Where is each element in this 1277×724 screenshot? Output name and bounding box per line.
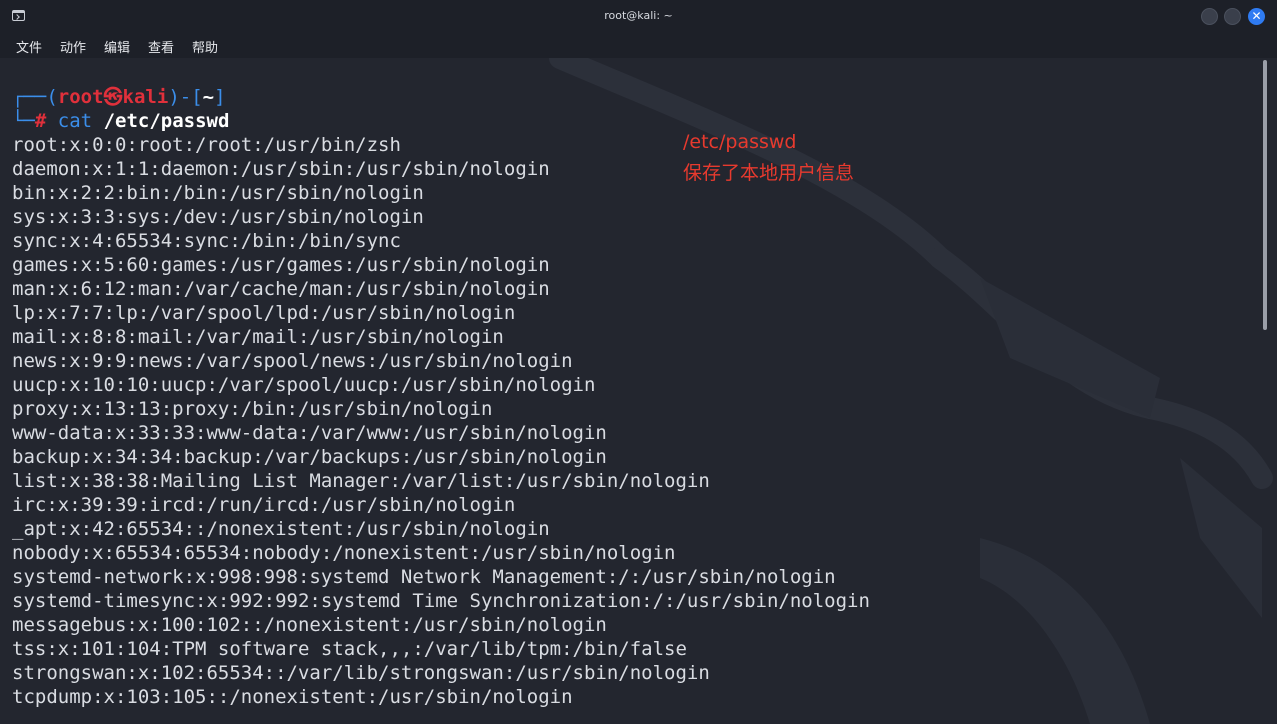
maximize-button[interactable] — [1224, 8, 1241, 25]
annotation-description: 保存了本地用户信息 — [683, 162, 855, 184]
prompt-corner-top: ┌──( — [12, 86, 58, 108]
output-line: nobody:x:65534:65534:nobody:/nonexistent… — [12, 542, 676, 564]
menu-view[interactable]: 查看 — [148, 37, 174, 56]
output-line: news:x:9:9:news:/var/spool/news:/usr/sbi… — [12, 350, 573, 372]
output-line: lp:x:7:7:lp:/var/spool/lpd:/usr/sbin/nol… — [12, 302, 516, 324]
output-line: sys:x:3:3:sys:/dev:/usr/sbin/nologin — [12, 206, 424, 228]
output-line: tss:x:101:104:TPM software stack,,,:/var… — [12, 638, 687, 660]
output-line: sync:x:4:65534:sync:/bin:/bin/sync — [12, 230, 401, 252]
prompt-mid: )-[ — [168, 86, 203, 108]
output-line: _apt:x:42:65534::/nonexistent:/usr/sbin/… — [12, 518, 550, 540]
prompt-line-2: └─# cat /etc/passwd — [12, 109, 229, 133]
output-line: games:x:5:60:games:/usr/games:/usr/sbin/… — [12, 254, 550, 276]
menu-file[interactable]: 文件 — [16, 37, 42, 56]
prompt-corner-bottom: └─ — [12, 110, 35, 132]
menu-bar: 文件 动作 编辑 查看 帮助 — [0, 33, 1277, 58]
output-line: uucp:x:10:10:uucp:/var/spool/uucp:/usr/s… — [12, 374, 596, 396]
command-argument: /etc/passwd — [103, 110, 230, 132]
menu-actions[interactable]: 动作 — [60, 37, 86, 56]
prompt-host: kali — [122, 86, 169, 108]
scrollbar-thumb[interactable] — [1263, 60, 1267, 330]
output-line: strongswan:x:102:65534::/var/lib/strongs… — [12, 662, 710, 684]
prompt-hash: # — [34, 110, 47, 132]
output-line: bin:x:2:2:bin:/bin:/usr/sbin/nologin — [12, 182, 424, 204]
output-line: root:x:0:0:root:/root:/usr/bin/zsh — [12, 134, 401, 156]
prompt-dir: ~ — [202, 86, 215, 108]
output-line: www-data:x:33:33:www-data:/var/www:/usr/… — [12, 422, 607, 444]
command-name: cat — [57, 110, 93, 132]
close-button[interactable]: ✕ — [1248, 8, 1265, 25]
output-line: irc:x:39:39:ircd:/run/ircd:/usr/sbin/nol… — [12, 494, 516, 516]
terminal-window: root@kali: ~ ✕ 文件 动作 编辑 查看 帮助 ┌──(root㉿k… — [0, 0, 1277, 724]
output-line: tcpdump:x:103:105::/nonexistent:/usr/sbi… — [12, 686, 573, 708]
window-title: root@kali: ~ — [604, 9, 673, 22]
output-line: mail:x:8:8:mail:/var/mail:/usr/sbin/nolo… — [12, 326, 504, 348]
close-icon: ✕ — [1251, 9, 1262, 23]
menu-edit[interactable]: 编辑 — [104, 37, 130, 56]
prompt-line-1: ┌──(root㉿kali)-[~] — [12, 85, 226, 109]
output-line: daemon:x:1:1:daemon:/usr/sbin:/usr/sbin/… — [12, 158, 550, 180]
annotation-title: /etc/passwd — [683, 131, 797, 153]
output-line: systemd-network:x:998:998:systemd Networ… — [12, 566, 836, 588]
title-bar[interactable]: root@kali: ~ ✕ — [0, 0, 1277, 33]
output-line: man:x:6:12:man:/var/cache/man:/usr/sbin/… — [12, 278, 550, 300]
output-line: backup:x:34:34:backup:/var/backups:/usr/… — [12, 446, 607, 468]
prompt-end: ] — [214, 86, 226, 108]
prompt-skull-icon: ㉿ — [103, 86, 123, 108]
terminal-area[interactable]: ┌──(root㉿kali)-[~] └─# cat /etc/passwd r… — [0, 58, 1277, 724]
menu-help[interactable]: 帮助 — [192, 37, 218, 56]
output-line: messagebus:x:100:102::/nonexistent:/usr/… — [12, 614, 607, 636]
prompt-user: root — [57, 86, 104, 108]
minimize-button[interactable] — [1201, 8, 1218, 25]
output-line: proxy:x:13:13:proxy:/bin:/usr/sbin/nolog… — [12, 398, 493, 420]
output-line: list:x:38:38:Mailing List Manager:/var/l… — [12, 470, 710, 492]
output-line: systemd-timesync:x:992:992:systemd Time … — [12, 590, 870, 612]
